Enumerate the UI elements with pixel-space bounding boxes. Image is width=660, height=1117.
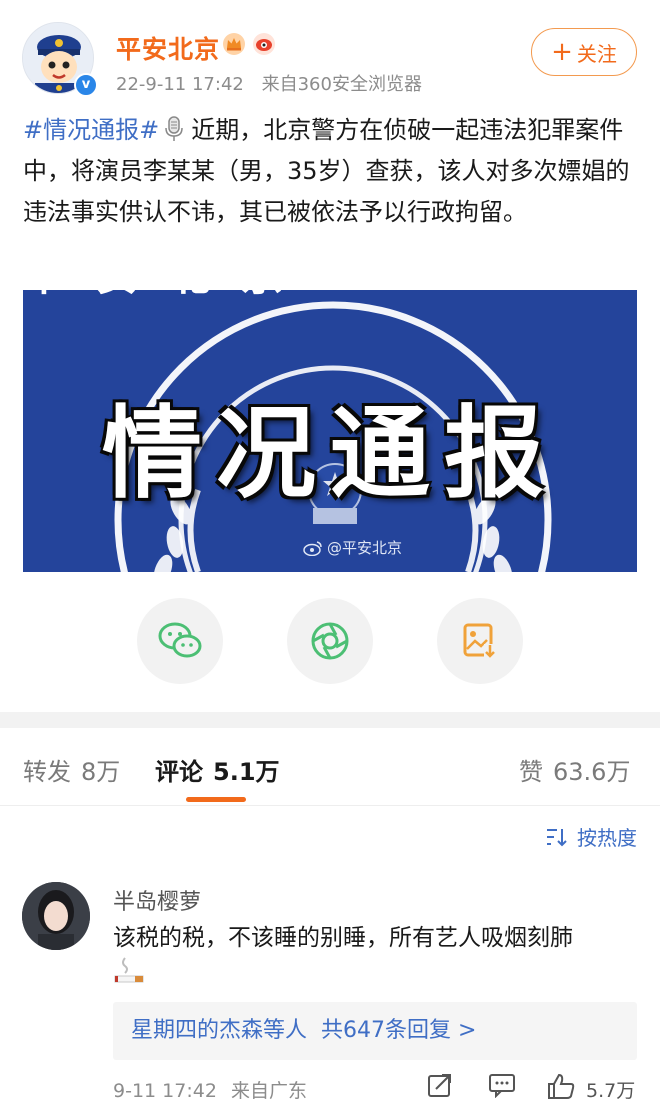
active-tab-indicator <box>186 797 246 802</box>
verified-badge-icon: v <box>74 73 98 97</box>
tab-repost-count: 8万 <box>81 758 121 786</box>
image-watermark: @平安北京 <box>303 537 402 558</box>
follow-label: 关注 <box>576 41 617 66</box>
cigarette-emoji-icon <box>114 957 144 983</box>
post-meta: 22-9-11 17:42 来自360安全浏览器 <box>116 70 434 96</box>
comment-date: 9-11 17:42 <box>113 1080 217 1102</box>
comment-like-count: 5.7万 <box>586 1080 636 1102</box>
plus-icon: + <box>551 37 573 67</box>
comment-location: 来自广东 <box>230 1080 307 1102</box>
replies-preview[interactable]: 星期四的杰森等人 共647条回复 > <box>113 1002 637 1060</box>
share-wechat-button[interactable] <box>137 598 223 684</box>
reply-icon[interactable] <box>488 1072 516 1098</box>
microphone-icon <box>165 116 183 141</box>
author-name[interactable]: 平安北京 <box>116 30 220 66</box>
sort-label: 按热度 <box>577 826 637 850</box>
share-moments-button[interactable] <box>287 598 373 684</box>
tab-comments-count: 5.1万 <box>213 758 280 786</box>
moments-icon <box>311 622 349 660</box>
watermark-text: @平安北京 <box>327 539 403 557</box>
comment-body: 该税的税，不该睡的别睡，所有艺人吸烟刻肺 <box>113 925 573 951</box>
tab-comments[interactable]: 评论 5.1万 <box>155 752 280 787</box>
crown-badge-icon <box>223 33 245 55</box>
follow-button[interactable]: + 关注 <box>531 28 637 76</box>
repost-comment-icon[interactable] <box>427 1072 453 1098</box>
post-source: 来自360安全浏览器 <box>261 74 422 95</box>
comment-item: 半岛樱萝 该税的税，不该睡的别睡，所有艺人吸烟刻肺 星期四的杰森等人 共647条回… <box>0 870 660 1117</box>
post-header: v 平安北京 22-9-11 17:42 来自360安全浏览器 + 关注 <box>0 0 660 110</box>
share-row <box>0 598 660 688</box>
replies-from: 星期四的杰森等人 <box>131 1018 308 1043</box>
post-body: #情况通报# 近期，北京警方在侦破一起违法犯罪案件中，将演员李某某（男，35岁）… <box>23 110 643 233</box>
tab-likes[interactable]: 赞 63.6万 <box>519 752 630 787</box>
image-title: 情况通报 <box>102 395 558 512</box>
weibo-logo-icon <box>303 540 322 556</box>
tab-likes-count: 63.6万 <box>553 758 631 786</box>
save-image-button[interactable] <box>437 598 523 684</box>
commenter-photo <box>22 882 90 950</box>
post-date: 22-9-11 17:42 <box>116 74 244 95</box>
sort-toggle[interactable]: 按热度 <box>545 822 637 851</box>
emblem-arc-text: 平 安 北 京 <box>23 290 291 300</box>
section-divider <box>0 712 660 728</box>
wechat-icon <box>158 622 202 658</box>
interaction-tabs: 转发 8万 评论 5.1万 赞 63.6万 <box>0 728 660 806</box>
post-image[interactable]: 平 安 北 京 情况通报 @平安北京 <box>23 290 637 572</box>
tab-repost-label: 转发 <box>23 758 71 786</box>
save-image-icon <box>463 623 496 658</box>
weibo-eye-badge-icon <box>253 33 275 55</box>
commenter-name[interactable]: 半岛樱萝 <box>113 884 201 916</box>
replies-count: 共647条回复 > <box>321 1018 477 1043</box>
tab-comments-label: 评论 <box>155 758 203 786</box>
comment-text: 该税的税，不该睡的别睡，所有艺人吸烟刻肺 <box>113 920 638 997</box>
sort-icon <box>547 828 567 846</box>
hashtag-link[interactable]: #情况通报# <box>23 116 159 144</box>
author-avatar[interactable]: v <box>22 22 98 97</box>
like-thumb-icon[interactable] <box>546 1072 576 1100</box>
author-badges <box>222 32 276 56</box>
commenter-avatar[interactable] <box>22 882 90 950</box>
comment-meta: 9-11 17:42 来自广东 <box>113 1076 315 1103</box>
tab-likes-label: 赞 <box>519 758 543 786</box>
tab-repost[interactable]: 转发 8万 <box>23 752 120 787</box>
